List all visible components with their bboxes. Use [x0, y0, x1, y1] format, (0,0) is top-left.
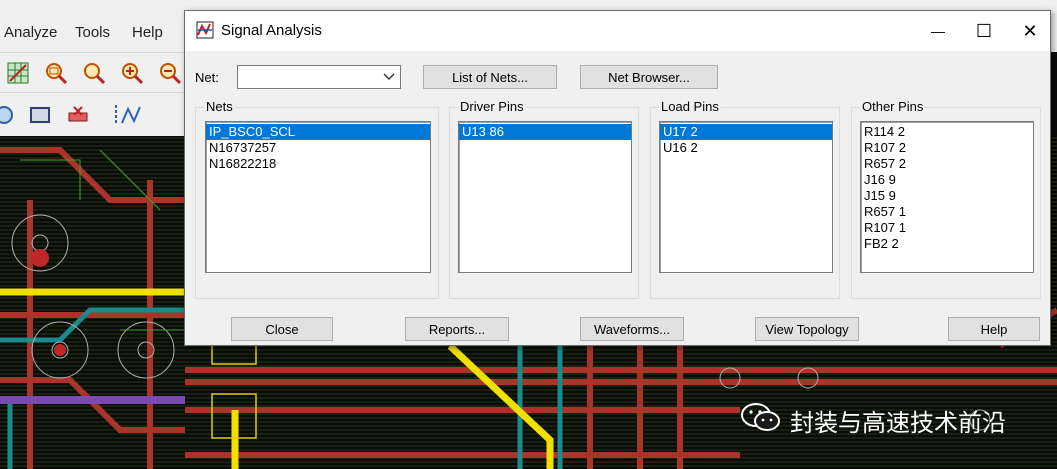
- list-item[interactable]: N16737257: [206, 140, 430, 156]
- net-label: Net:: [195, 70, 219, 85]
- list-item[interactable]: R657 1: [861, 204, 1033, 220]
- maximize-button[interactable]: ☐: [961, 11, 1007, 51]
- chevron-down-icon[interactable]: [382, 69, 396, 85]
- delete-icon[interactable]: [64, 101, 92, 129]
- other-pins-group: Other Pins R114 2 R107 2 R657 2 J16 9 J1…: [851, 99, 1041, 299]
- signal-analysis-app-icon: [195, 20, 215, 40]
- wechat-icon: [740, 400, 782, 441]
- rectangle-icon[interactable]: [26, 101, 54, 129]
- watermark: 封装与高速技术前沿: [740, 400, 1006, 441]
- list-item[interactable]: R107 2: [861, 140, 1033, 156]
- watermark-text: 封装与高速技术前沿: [790, 410, 1006, 437]
- help-button[interactable]: Help: [948, 317, 1040, 341]
- load-pins-listbox[interactable]: U17 2 U16 2: [659, 121, 833, 273]
- list-item[interactable]: U16 2: [660, 140, 832, 156]
- driver-pins-group: Driver Pins U13 86: [449, 99, 639, 299]
- net-browser-button[interactable]: Net Browser...: [580, 65, 718, 89]
- zoom-icon[interactable]: [80, 59, 108, 87]
- circle-icon[interactable]: [0, 101, 18, 129]
- menu-tools[interactable]: Tools: [75, 24, 110, 41]
- maximize-icon: ☐: [975, 20, 993, 41]
- nets-listbox[interactable]: IP_BSC0_SCL N16737257 N16822218: [205, 121, 431, 273]
- toolbar-edit: [0, 92, 190, 137]
- signal-analysis-dialog: Signal Analysis — ☐ ✕ Net: List of Nets.…: [184, 10, 1051, 346]
- route-icon[interactable]: [114, 101, 142, 129]
- close-window-button[interactable]: ✕: [1007, 11, 1053, 51]
- list-item[interactable]: R114 2: [861, 124, 1033, 140]
- driver-pins-listbox[interactable]: U13 86: [458, 121, 632, 273]
- other-pins-listbox[interactable]: R114 2 R107 2 R657 2 J16 9 J15 9 R657 1 …: [860, 121, 1034, 273]
- load-pins-group: Load Pins U17 2 U16 2: [650, 99, 840, 299]
- grid-icon[interactable]: [4, 59, 32, 87]
- list-item[interactable]: U13 86: [459, 124, 631, 140]
- view-topology-button[interactable]: View Topology: [755, 317, 859, 341]
- reports-button[interactable]: Reports...: [405, 317, 509, 341]
- close-icon: ✕: [1022, 20, 1038, 41]
- zoom-out-icon[interactable]: [156, 59, 184, 87]
- list-item[interactable]: N16822218: [206, 156, 430, 172]
- zoom-in-icon[interactable]: [118, 59, 146, 87]
- menu-analyze[interactable]: Analyze: [4, 24, 57, 41]
- minimize-icon: —: [931, 23, 945, 39]
- load-pins-group-label: Load Pins: [659, 99, 721, 114]
- other-pins-group-label: Other Pins: [860, 99, 926, 114]
- zoom-fit-icon[interactable]: [42, 59, 70, 87]
- minimize-button[interactable]: —: [915, 11, 961, 51]
- toolbar-zoom: [0, 52, 190, 93]
- list-item[interactable]: R107 1: [861, 220, 1033, 236]
- list-item[interactable]: R657 2: [861, 156, 1033, 172]
- list-item[interactable]: U17 2: [660, 124, 832, 140]
- net-combobox[interactable]: [237, 65, 401, 89]
- waveforms-button[interactable]: Waveforms...: [580, 317, 684, 341]
- close-button[interactable]: Close: [231, 317, 333, 341]
- list-of-nets-button[interactable]: List of Nets...: [423, 65, 557, 89]
- driver-pins-group-label: Driver Pins: [458, 99, 526, 114]
- list-item[interactable]: FB2 2: [861, 236, 1033, 252]
- dialog-title: Signal Analysis: [221, 22, 322, 39]
- list-item[interactable]: IP_BSC0_SCL: [206, 124, 430, 140]
- title-bar[interactable]: Signal Analysis — ☐ ✕: [185, 11, 1050, 51]
- menu-help[interactable]: Help: [132, 24, 163, 41]
- list-item[interactable]: J16 9: [861, 172, 1033, 188]
- nets-group: Nets IP_BSC0_SCL N16737257 N16822218: [195, 99, 439, 299]
- nets-group-label: Nets: [204, 99, 235, 114]
- list-item[interactable]: J15 9: [861, 188, 1033, 204]
